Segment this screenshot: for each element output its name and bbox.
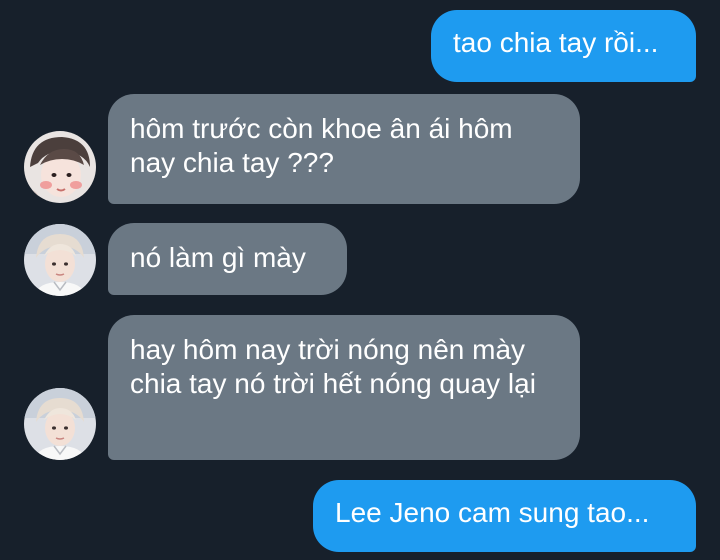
incoming-message-bubble[interactable]: hay hôm nay trời nóng nên mày chia tay n… [108,315,580,460]
message-text: nó làm gì mày [130,242,306,273]
contact-avatar[interactable] [24,131,96,203]
outgoing-message-bubble[interactable]: tao chia tay rồi... [431,10,696,82]
profile-photo-icon [24,224,96,296]
contact-avatar[interactable] [24,388,96,460]
message-text: hay hôm nay trời nóng nên mày chia tay n… [130,334,536,399]
message-text: tao chia tay rồi... [453,27,659,58]
contact-avatar[interactable] [24,224,96,296]
profile-photo-icon [24,131,96,203]
incoming-message-bubble[interactable]: nó làm gì mày [108,223,347,295]
message-text: hôm trước còn khoe ân ái hôm nay chia ta… [130,113,513,178]
incoming-message-bubble[interactable]: hôm trước còn khoe ân ái hôm nay chia ta… [108,94,580,204]
profile-photo-icon [24,388,96,460]
message-text: Lee Jeno cam sung tao... [335,497,650,528]
outgoing-message-bubble[interactable]: Lee Jeno cam sung tao... [313,480,696,552]
